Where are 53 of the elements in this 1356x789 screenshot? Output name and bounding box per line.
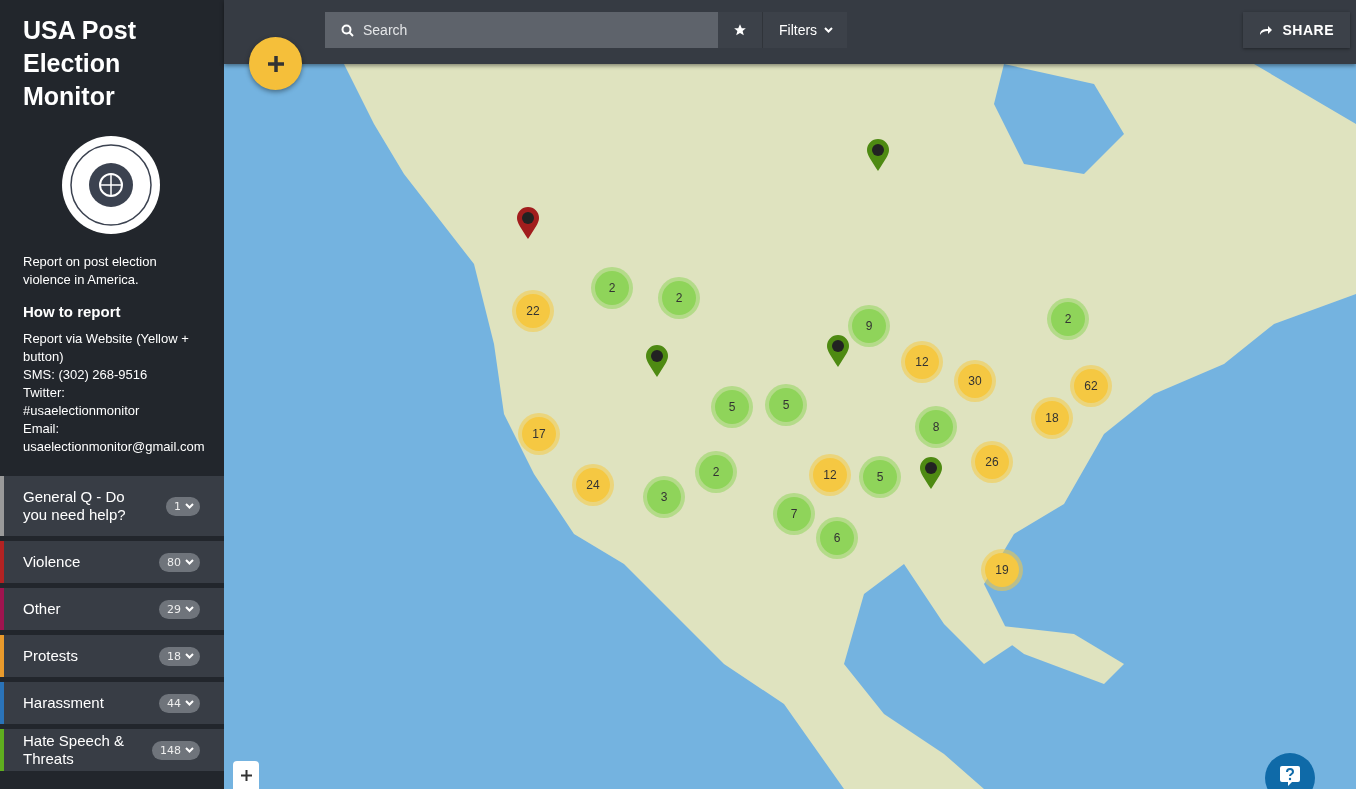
site-title: USA Post Election Monitor bbox=[23, 15, 137, 112]
category-item[interactable]: Harassment 44 bbox=[0, 682, 224, 724]
chevron-icon bbox=[185, 606, 194, 612]
filters-button[interactable]: Filters bbox=[762, 12, 848, 48]
chevron-icon bbox=[185, 747, 194, 753]
map-background[interactable]: 22 2 2 9 12 30 2 62 18 8 5 5 17 26 2 12 5 24 3 7 6 19 bbox=[224, 64, 1356, 789]
star-icon bbox=[733, 23, 747, 37]
zoom-in-button[interactable] bbox=[233, 761, 259, 789]
chevron-icon bbox=[185, 653, 194, 659]
map-pin-icon[interactable] bbox=[826, 334, 850, 368]
chevron-icon bbox=[185, 503, 194, 509]
category-item[interactable]: Other 29 bbox=[0, 588, 224, 630]
logo-icon bbox=[61, 135, 161, 235]
category-item[interactable]: Hate Speech & Threats 148 bbox=[0, 729, 224, 771]
search-field[interactable]: Search bbox=[325, 12, 718, 48]
count-badge[interactable]: 44 bbox=[159, 693, 200, 713]
contact-line: #usaelectionmonitor bbox=[23, 402, 141, 420]
contact-line: Email: bbox=[23, 420, 61, 438]
plus-icon bbox=[266, 54, 285, 73]
contact-line: Twitter: bbox=[23, 384, 66, 402]
share-button[interactable]: SHARE bbox=[1243, 12, 1350, 48]
help-button[interactable] bbox=[1265, 753, 1315, 789]
category-label: Harassment bbox=[23, 694, 104, 712]
report-cluster[interactable]: 19 bbox=[985, 553, 1019, 587]
category-label: General Q - Do you need help? bbox=[23, 488, 127, 524]
contact-line: SMS: (302) 268-9516 bbox=[23, 366, 149, 384]
category-label: Violence bbox=[23, 553, 81, 571]
count-badge[interactable]: 1 bbox=[166, 496, 200, 516]
plus-icon bbox=[240, 769, 252, 781]
category-item[interactable]: Protests 18 bbox=[0, 635, 224, 677]
count-badge[interactable]: 80 bbox=[159, 552, 200, 572]
category-item[interactable]: Violence 80 bbox=[0, 541, 224, 583]
category-label: Protests bbox=[23, 647, 79, 665]
category-label: Hate Speech & Threats bbox=[23, 732, 125, 768]
category-item[interactable]: General Q - Do you need help? 1 bbox=[0, 476, 224, 536]
chevron-icon bbox=[185, 559, 194, 565]
map-pin-icon[interactable] bbox=[866, 138, 890, 172]
share-arrow-icon bbox=[1259, 24, 1274, 36]
section-heading: How to report bbox=[23, 303, 122, 320]
count-badge[interactable]: 29 bbox=[159, 599, 200, 619]
search-icon bbox=[341, 24, 354, 37]
category-label: Other bbox=[23, 600, 61, 618]
map-pin-icon[interactable] bbox=[645, 344, 669, 378]
site-description: Report on post election violence in America. bbox=[23, 253, 158, 289]
count-badge[interactable]: 18 bbox=[159, 646, 200, 666]
chevron-icon bbox=[824, 27, 834, 33]
map-pin-icon[interactable] bbox=[919, 456, 943, 490]
favorites-button[interactable] bbox=[718, 12, 762, 48]
chevron-icon bbox=[185, 700, 194, 706]
count-badge[interactable]: 148 bbox=[152, 740, 200, 760]
map-pin-icon[interactable] bbox=[516, 206, 540, 240]
help-bubble-icon bbox=[1279, 765, 1301, 787]
contact-line: Report via Website (Yellow + button) bbox=[23, 330, 190, 366]
